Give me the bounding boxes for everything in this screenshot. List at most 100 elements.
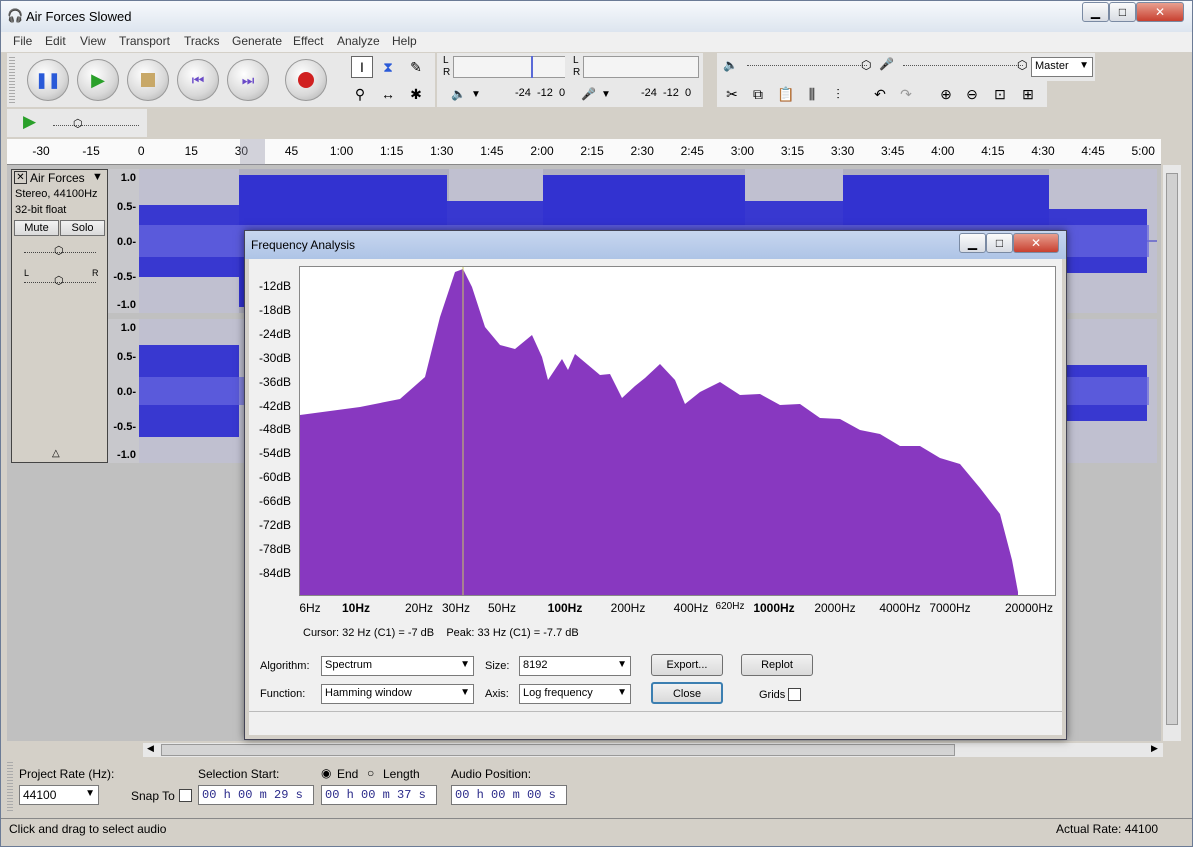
selection-start-field[interactable]: 00 h 00 m 29 s xyxy=(198,785,314,805)
collapse-track-icon[interactable]: △ xyxy=(52,448,60,459)
cut-icon[interactable]: ✂ xyxy=(721,83,743,105)
selection-end-field[interactable]: 00 h 00 m 37 s xyxy=(321,785,437,805)
menu-edit[interactable]: Edit xyxy=(45,34,66,48)
record-button[interactable] xyxy=(285,59,327,101)
menu-effect[interactable]: Effect xyxy=(293,34,323,48)
axis-select[interactable]: Log frequency ▼ xyxy=(519,684,631,704)
paste-icon[interactable]: 📋 xyxy=(775,83,797,105)
menu-analyze[interactable]: Analyze xyxy=(337,34,380,48)
x-axis-label: 10Hz xyxy=(341,601,371,615)
replot-button[interactable]: Replot xyxy=(741,654,813,676)
ruler-tick: 1:15 xyxy=(380,144,404,158)
fit-project-icon[interactable]: ⊞ xyxy=(1017,83,1039,105)
export-button[interactable]: Export... xyxy=(651,654,723,676)
draw-tool-icon[interactable]: ✎ xyxy=(405,56,427,78)
skip-end-button[interactable]: ⏭ xyxy=(227,59,269,101)
close-dialog-button[interactable]: Close xyxy=(651,682,723,704)
silence-icon[interactable]: ⫶ xyxy=(827,83,849,105)
skip-start-button[interactable]: ⏮ xyxy=(177,59,219,101)
dialog-minimize-button[interactable]: ▁ xyxy=(959,233,986,253)
project-rate-select[interactable]: 44100 ▼ xyxy=(19,785,99,805)
playback-meter[interactable] xyxy=(453,56,565,78)
multi-tool-icon[interactable]: ✱ xyxy=(405,83,427,105)
track-name[interactable]: Air Forces xyxy=(30,171,85,185)
timeline-ruler[interactable]: -30 -15 0 15 30 45 1:00 1:15 1:30 1:45 2:00 2:15 2:3… xyxy=(7,139,1161,165)
record-volume-slider[interactable] xyxy=(903,65,1023,66)
chevron-down-icon: ▼ xyxy=(1079,60,1089,71)
zoom-tool-icon[interactable]: ⚲ xyxy=(349,83,371,105)
ruler-tick: 3:45 xyxy=(881,144,905,158)
chevron-down-icon: ▼ xyxy=(617,659,627,670)
menu-help[interactable]: Help xyxy=(392,34,417,48)
toolbar-grip[interactable] xyxy=(7,762,13,812)
snap-to-checkbox[interactable] xyxy=(179,789,192,802)
input-source-select[interactable]: Master ▼ xyxy=(1031,57,1093,77)
mute-button[interactable]: Mute xyxy=(14,220,59,236)
vertical-scrollbar[interactable] xyxy=(1163,165,1181,741)
slider-thumb-icon[interactable]: ⬡ xyxy=(73,117,83,130)
maximize-button[interactable]: □ xyxy=(1109,2,1136,22)
end-radio-icon[interactable]: ◉ xyxy=(321,766,331,780)
toolbar-grip[interactable] xyxy=(9,57,15,103)
trim-icon[interactable]: ⫼ xyxy=(801,83,823,105)
x-axis-label: 100Hz xyxy=(547,601,583,615)
dialog-close-button[interactable]: ✕ xyxy=(1013,233,1059,253)
y-axis-label: -36dB xyxy=(259,374,292,389)
function-select[interactable]: Hamming window ▼ xyxy=(321,684,474,704)
zoom-in-icon[interactable]: ⊕ xyxy=(935,83,957,105)
horizontal-scrollbar[interactable]: ◀ ▶ xyxy=(143,743,1163,757)
chevron-down-icon[interactable]: ▼ xyxy=(601,89,611,100)
playback-meter-marker xyxy=(531,56,533,78)
spectrum-plot[interactable] xyxy=(299,266,1056,596)
horizontal-scroll-thumb[interactable] xyxy=(161,744,955,756)
solo-button[interactable]: Solo xyxy=(60,220,105,236)
function-value: Hamming window xyxy=(325,687,412,699)
slider-thumb-icon[interactable]: ⬡ xyxy=(54,244,64,257)
vertical-scroll-thumb[interactable] xyxy=(1166,173,1178,725)
selection-tool-icon[interactable]: I xyxy=(351,56,373,78)
speed-slider[interactable] xyxy=(53,125,139,126)
slider-thumb-icon[interactable]: ⬡ xyxy=(54,274,64,287)
close-button[interactable]: ✕ xyxy=(1136,2,1184,22)
redo-icon[interactable]: ↷ xyxy=(895,83,917,105)
window-title: Air Forces Slowed xyxy=(26,9,132,24)
record-meter-l: L xyxy=(573,55,579,66)
ruler-tick: 4:45 xyxy=(1081,144,1105,158)
playback-volume-slider[interactable] xyxy=(747,65,867,66)
track-menu-icon[interactable]: ▼ xyxy=(92,171,103,183)
pause-button[interactable]: ❚❚ xyxy=(27,59,69,101)
play-button[interactable]: ▶ xyxy=(77,59,119,101)
copy-icon[interactable]: ⧉ xyxy=(747,83,769,105)
chevron-down-icon[interactable]: ▼ xyxy=(471,89,481,100)
scroll-left-icon[interactable]: ◀ xyxy=(147,743,154,754)
menu-view[interactable]: View xyxy=(80,34,106,48)
close-track-icon[interactable]: ✕ xyxy=(14,171,27,184)
ruler-tick: 2:15 xyxy=(580,144,604,158)
algorithm-select[interactable]: Spectrum ▼ xyxy=(321,656,474,676)
menu-tracks[interactable]: Tracks xyxy=(184,34,220,48)
grids-checkbox[interactable] xyxy=(788,688,801,701)
fit-selection-icon[interactable]: ⊡ xyxy=(989,83,1011,105)
record-meter-r: R xyxy=(573,67,581,78)
timeshift-tool-icon[interactable]: ↔ xyxy=(377,83,399,105)
slider-thumb-icon[interactable]: ⬡ xyxy=(861,58,871,72)
audio-position-field[interactable]: 00 h 00 m 00 s xyxy=(451,785,567,805)
dialog-maximize-button[interactable]: □ xyxy=(986,233,1013,253)
stop-icon xyxy=(141,73,155,87)
length-radio-icon[interactable]: ○ xyxy=(367,766,374,780)
play-at-speed-icon[interactable]: ▶ xyxy=(23,112,36,132)
slider-thumb-icon[interactable]: ⬡ xyxy=(1017,58,1027,72)
stop-button[interactable] xyxy=(127,59,169,101)
menu-transport[interactable]: Transport xyxy=(119,34,170,48)
minimize-button[interactable]: ▁ xyxy=(1082,2,1109,22)
zoom-out-icon[interactable]: ⊖ xyxy=(961,83,983,105)
spectrum-graph xyxy=(300,267,1018,595)
menu-generate[interactable]: Generate xyxy=(232,34,282,48)
undo-icon[interactable]: ↶ xyxy=(869,83,891,105)
menu-file[interactable]: File xyxy=(13,34,32,48)
scroll-right-icon[interactable]: ▶ xyxy=(1151,743,1158,754)
size-select[interactable]: 8192 ▼ xyxy=(519,656,631,676)
record-meter[interactable] xyxy=(583,56,699,78)
dialog-title-bar[interactable]: Frequency Analysis ▁ □ ✕ xyxy=(245,231,1066,259)
envelope-tool-icon[interactable]: ⧗ xyxy=(377,56,399,78)
